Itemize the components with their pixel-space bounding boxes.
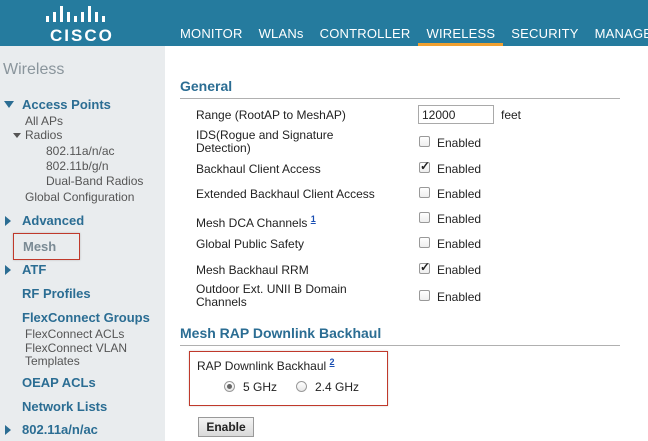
outdoor-label-line2: Channels: [196, 295, 247, 309]
sidebar-item-all-aps[interactable]: All APs: [25, 114, 63, 128]
sidebar-item-access-points[interactable]: Access Points: [22, 97, 111, 112]
sidebar-title: Wireless: [3, 61, 65, 78]
global-public-safety-label: Global Public Safety: [196, 237, 305, 251]
mesh-backhaul-rrm-enabled-label: Enabled: [437, 263, 482, 277]
range-label: Range (RootAP to MeshAP): [196, 108, 346, 122]
sidebar-item-atf[interactable]: ATF: [22, 262, 46, 277]
rap-section-title: Mesh RAP Downlink Backhaul: [180, 325, 382, 341]
mesh-dca-footnote-link[interactable]: 1: [311, 214, 316, 224]
sidebar-item-radios[interactable]: Radios: [25, 128, 62, 142]
mesh-dca-label-text: Mesh DCA Channels: [196, 216, 308, 230]
rap-downlink-label-text: RAP Downlink Backhaul: [197, 359, 327, 373]
global-public-safety-enabled-label: Enabled: [437, 237, 482, 251]
nav-wlans[interactable]: WLANs: [251, 0, 312, 46]
ext-backhaul-client-enabled-label: Enabled: [437, 187, 482, 201]
nav-management[interactable]: MANAGEM: [587, 0, 648, 46]
main-nav: MONITOR WLANs CONTROLLER WIRELESS SECURI…: [172, 0, 648, 46]
sidebar-item-flexconnect-vlan[interactable]: FlexConnect VLAN: [25, 341, 127, 355]
radios-expanded-icon[interactable]: [13, 133, 21, 138]
sidebar-item-oeap-acls[interactable]: OEAP ACLs: [22, 375, 96, 390]
mesh-dca-enabled-label: Enabled: [437, 212, 482, 226]
rap-footnote-link[interactable]: 2: [330, 357, 335, 367]
sidebar-item-80211an[interactable]: 802.11a/n/ac: [22, 422, 98, 437]
sidebar-item-radio-b[interactable]: 802.11b/g/n: [46, 159, 109, 173]
collapsed-triangle-icon[interactable]: [5, 216, 11, 226]
mesh-backhaul-rrm-label: Mesh Backhaul RRM: [196, 263, 309, 277]
sidebar-item-flexconnect-groups[interactable]: FlexConnect Groups: [22, 310, 150, 325]
general-section-title: General: [180, 78, 233, 94]
mesh-dca-label: Mesh DCA Channels 1: [196, 212, 316, 230]
collapsed-triangle-icon[interactable]: [5, 265, 11, 275]
nav-security[interactable]: SECURITY: [503, 0, 586, 46]
main-content: General Range (RootAP to MeshAP) feet ID…: [165, 46, 648, 441]
sidebar-item-rf-profiles[interactable]: RF Profiles: [22, 286, 91, 301]
outdoor-enabled-label: Enabled: [437, 290, 482, 304]
ids-label-line2: Detection): [196, 141, 251, 155]
global-public-safety-checkbox[interactable]: [419, 237, 430, 248]
range-unit: feet: [501, 108, 522, 122]
mesh-dca-checkbox[interactable]: [419, 212, 430, 223]
sidebar-item-advanced[interactable]: Advanced: [22, 213, 84, 228]
backhaul-client-label: Backhaul Client Access: [196, 162, 321, 176]
sidebar-item-mesh-label: Mesh: [23, 239, 57, 254]
cisco-logo-bars-icon: [46, 6, 105, 22]
rap-downlink-label: RAP Downlink Backhaul 2: [197, 357, 335, 373]
ext-backhaul-client-checkbox[interactable]: [419, 187, 430, 198]
divider: [180, 98, 620, 99]
sidebar: Wireless Access Points All APs Radios 80…: [0, 46, 165, 441]
sidebar-item-flexconnect-vlan-templates[interactable]: Templates: [25, 354, 80, 368]
ext-backhaul-client-label: Extended Backhaul Client Access: [196, 187, 375, 201]
mesh-backhaul-rrm-checkbox[interactable]: [419, 260, 430, 274]
nav-wireless[interactable]: WIRELESS: [418, 0, 504, 46]
outdoor-label: Outdoor Ext. UNII B Domain: [196, 282, 347, 296]
collapsed-triangle-icon[interactable]: [5, 425, 11, 435]
divider: [180, 345, 620, 346]
radio-5ghz-label: 5 GHz: [243, 380, 278, 394]
sidebar-item-network-lists[interactable]: Network Lists: [22, 399, 107, 414]
ids-checkbox[interactable]: [419, 136, 430, 147]
outdoor-checkbox[interactable]: [419, 290, 430, 301]
backhaul-client-enabled-label: Enabled: [437, 162, 482, 176]
ids-label: IDS(Rogue and Signature: [196, 128, 334, 142]
ids-enabled-label: Enabled: [437, 136, 482, 150]
range-input[interactable]: [418, 105, 494, 124]
sidebar-item-radio-a[interactable]: 802.11a/n/ac: [46, 144, 115, 158]
radio-24ghz[interactable]: [296, 381, 307, 392]
nav-monitor[interactable]: MONITOR: [172, 0, 251, 46]
expanded-triangle-icon[interactable]: [4, 101, 14, 108]
sidebar-item-global-config[interactable]: Global Configuration: [25, 190, 134, 204]
nav-controller[interactable]: CONTROLLER: [312, 0, 419, 46]
radio-5ghz[interactable]: [224, 381, 235, 392]
sidebar-item-mesh[interactable]: Mesh: [13, 233, 80, 260]
brand-text: CISCO: [50, 26, 114, 45]
top-navigation-bar: CISCO MONITOR WLANs CONTROLLER WIRELESS …: [0, 0, 648, 46]
backhaul-client-checkbox[interactable]: [419, 159, 430, 173]
rap-downlink-group: RAP Downlink Backhaul 2 5 GHz 2.4 GHz: [189, 351, 388, 406]
cisco-logo: CISCO: [42, 4, 122, 45]
sidebar-item-dual-band[interactable]: Dual-Band Radios: [46, 174, 143, 188]
sidebar-item-flexconnect-acls[interactable]: FlexConnect ACLs: [25, 327, 124, 341]
radio-24ghz-label: 2.4 GHz: [315, 380, 360, 394]
enable-button[interactable]: Enable: [198, 417, 254, 437]
